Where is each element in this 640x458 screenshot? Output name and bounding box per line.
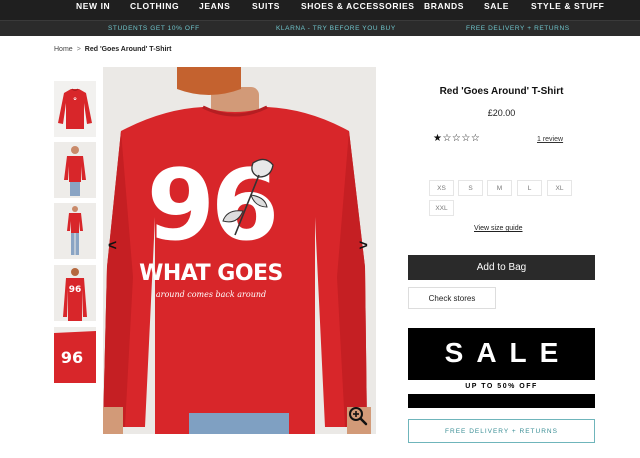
- thumbnail-model-back[interactable]: 96: [54, 265, 96, 321]
- breadcrumb-home[interactable]: Home: [54, 46, 73, 53]
- review-link[interactable]: 1 review: [537, 136, 563, 143]
- thumbnail-model-back-image: 96: [54, 265, 96, 321]
- sale-headline: SALE: [444, 337, 572, 368]
- check-stores-button[interactable]: Check stores: [408, 287, 496, 309]
- nav-style-stuff[interactable]: STYLE & STUFF: [531, 1, 604, 11]
- main-product-image[interactable]: 96 WHAT GOES around comes back around: [103, 67, 376, 434]
- breadcrumb: Home > Red 'Goes Around' T-Shirt: [54, 46, 171, 53]
- nav-new-in[interactable]: NEW IN: [76, 1, 110, 11]
- zoom-in-icon[interactable]: [348, 406, 368, 426]
- svg-text:96: 96: [69, 285, 82, 295]
- product-price: £20.00: [487, 108, 516, 118]
- add-to-bag-button[interactable]: Add to Bag: [408, 255, 595, 280]
- breadcrumb-current: Red 'Goes Around' T-Shirt: [84, 46, 172, 53]
- nav-jeans[interactable]: JEANS: [199, 1, 230, 11]
- thumbnail-back-closeup[interactable]: 96: [54, 327, 96, 383]
- top-navigation: NEW IN CLOTHING JEANS SUITS SHOES & ACCE…: [0, 0, 640, 20]
- thumbnail-model-front-image: [54, 142, 96, 198]
- thumbnail-model-full-image: [54, 203, 96, 259]
- sale-subline: UP TO 50% OFF: [408, 380, 595, 394]
- nav-sale[interactable]: SALE: [484, 1, 509, 11]
- nav-suits[interactable]: SUITS: [252, 1, 280, 11]
- size-l[interactable]: L: [517, 180, 542, 196]
- nav-shoes-accessories[interactable]: SHOES & ACCESSORIES: [301, 1, 415, 11]
- print-script: around comes back around: [156, 290, 266, 299]
- promo-klarna[interactable]: KLARNA - TRY BEFORE YOU BUY: [276, 25, 396, 32]
- thumbnail-back-closeup-image: 96: [54, 327, 96, 383]
- print-text: WHAT GOES: [139, 261, 283, 286]
- delivery-banner[interactable]: FREE DELIVERY + RETURNS: [408, 419, 595, 443]
- size-guide-link[interactable]: View size guide: [474, 225, 523, 232]
- rating-stars: ★☆☆☆☆: [433, 133, 481, 144]
- size-xs[interactable]: XS: [429, 180, 454, 196]
- product-title: Red 'Goes Around' T-Shirt: [439, 86, 564, 97]
- promo-delivery[interactable]: FREE DELIVERY + RETURNS: [466, 25, 570, 32]
- size-s[interactable]: S: [458, 180, 483, 196]
- thumbnail-front[interactable]: ✿: [54, 81, 96, 137]
- thumbnail-model-full[interactable]: [54, 203, 96, 259]
- size-xxl[interactable]: XXL: [429, 200, 454, 216]
- breadcrumb-separator: >: [76, 46, 81, 53]
- svg-text:96: 96: [61, 348, 83, 367]
- gallery-prev-arrow[interactable]: <: [108, 237, 117, 254]
- thumbnail-model-front[interactable]: [54, 142, 96, 198]
- size-m[interactable]: M: [487, 180, 512, 196]
- gallery-next-arrow[interactable]: >: [359, 237, 368, 254]
- promo-strip: STUDENTS GET 10% OFF KLARNA - TRY BEFORE…: [0, 20, 640, 36]
- size-xl[interactable]: XL: [547, 180, 572, 196]
- promo-students[interactable]: STUDENTS GET 10% OFF: [108, 25, 200, 32]
- sale-banner[interactable]: SALE UP TO 50% OFF: [408, 328, 595, 408]
- nav-brands[interactable]: BRANDS: [424, 1, 464, 11]
- product-photo: 96 WHAT GOES around comes back around: [103, 67, 376, 434]
- nav-clothing[interactable]: CLOTHING: [130, 1, 179, 11]
- thumbnail-front-image: ✿: [54, 81, 96, 137]
